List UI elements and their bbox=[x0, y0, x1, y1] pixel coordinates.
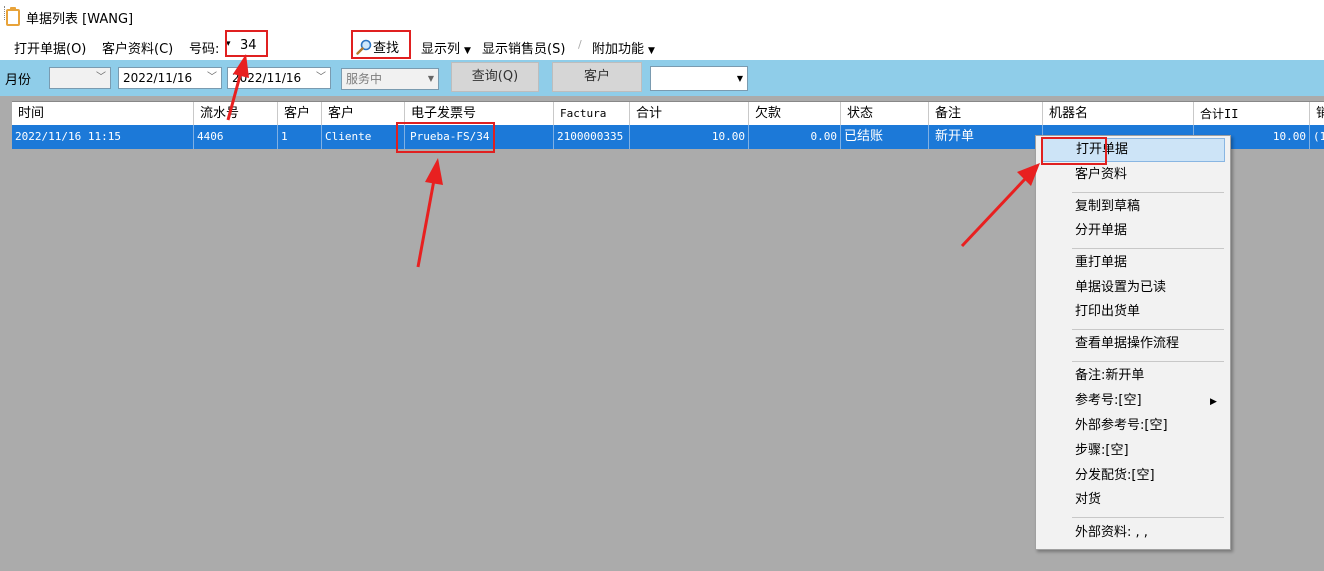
column-header-customer-no[interactable]: 客户 bbox=[278, 102, 322, 126]
menu-item-view-flow[interactable]: 查看单据操作流程 bbox=[1041, 332, 1225, 356]
chevron-down-icon: ▼ bbox=[464, 46, 471, 56]
extra-functions-label: 附加功能 bbox=[592, 42, 645, 57]
date-to-picker[interactable]: 2022/11/16 ﹀ bbox=[227, 67, 331, 89]
menu-item-reference[interactable]: 参考号:[空] bbox=[1041, 389, 1225, 413]
show-columns-menu[interactable]: 显示列 ▼ bbox=[421, 38, 471, 57]
column-header-machine[interactable]: 机器名 bbox=[1043, 102, 1194, 126]
cell-factura: 2100000335 bbox=[554, 125, 630, 149]
column-header-time[interactable]: 时间 bbox=[12, 102, 194, 126]
chevron-down-icon: ▼ bbox=[736, 74, 743, 83]
menu-item-note[interactable]: 备注:新开单 bbox=[1041, 364, 1225, 388]
menu-separator bbox=[1072, 517, 1224, 518]
menu-item-mark-read[interactable]: 单据设置为已读 bbox=[1041, 276, 1225, 300]
month-select[interactable]: ﹀ bbox=[49, 67, 111, 89]
month-label: 月份 bbox=[5, 73, 32, 88]
annotation-box-search bbox=[351, 30, 411, 59]
menu-item-external-info[interactable]: 外部资料: , , bbox=[1041, 521, 1225, 545]
column-header-total2[interactable]: 合计II bbox=[1194, 102, 1310, 126]
menu-separator bbox=[1072, 192, 1224, 193]
column-header-extra[interactable]: 销 bbox=[1310, 102, 1324, 126]
annotation-box-number bbox=[225, 30, 268, 57]
column-header-status[interactable]: 状态 bbox=[841, 102, 929, 126]
date-from-value: 2022/11/16 bbox=[123, 71, 193, 85]
toolbar-grip[interactable] bbox=[4, 6, 7, 20]
menu-separator bbox=[1072, 361, 1224, 362]
customer-button[interactable]: 客户 bbox=[552, 62, 642, 92]
number-label: 号码: bbox=[189, 42, 220, 57]
cell-customer-no: 1 bbox=[278, 125, 322, 149]
cell-note: 新开单 bbox=[929, 125, 1043, 149]
column-header-customer[interactable]: 客户 bbox=[322, 102, 405, 126]
chevron-down-icon: ﹀ bbox=[207, 72, 217, 83]
menu-item-external-reference[interactable]: 外部参考号:[空] bbox=[1041, 414, 1225, 438]
menu-item-customer-info[interactable]: 客户资料 bbox=[1041, 163, 1225, 187]
clipboard-icon bbox=[6, 7, 20, 26]
chevron-down-icon: ▼ bbox=[427, 74, 434, 83]
status-value: 服务中 bbox=[346, 72, 383, 86]
menu-item-reprint-doc[interactable]: 重打单据 bbox=[1041, 251, 1225, 275]
column-header-serial[interactable]: 流水号 bbox=[194, 102, 278, 126]
cell-status: 已结账 bbox=[841, 125, 929, 149]
column-header-note[interactable]: 备注 bbox=[929, 102, 1043, 126]
date-from-picker[interactable]: 2022/11/16 ﹀ bbox=[118, 67, 222, 89]
open-doc-button[interactable]: 打开单据(O) bbox=[14, 38, 86, 57]
submenu-arrow-icon: ▶ bbox=[1210, 397, 1217, 407]
grid-header: 时间 流水号 客户 客户 电子发票号 Factura 合计 欠款 状态 备注 机… bbox=[12, 101, 1324, 127]
extra-functions-menu[interactable]: 附加功能 ▼ bbox=[592, 38, 655, 57]
cell-total: 10.00 bbox=[630, 125, 749, 149]
show-salesperson-button[interactable]: 显示销售员(S) bbox=[482, 38, 565, 57]
menu-item-check-goods[interactable]: 对货 bbox=[1041, 488, 1225, 512]
cell-debt: 0.00 bbox=[749, 125, 841, 149]
menu-item-split-doc[interactable]: 分开单据 bbox=[1041, 219, 1225, 243]
annotation-box-einvoice bbox=[396, 122, 495, 153]
cell-extra: (1 bbox=[1310, 125, 1324, 149]
cell-serial: 4406 bbox=[194, 125, 278, 149]
query-button[interactable]: 查询(Q) bbox=[451, 62, 539, 92]
menu-item-print-delivery[interactable]: 打印出货单 bbox=[1041, 300, 1225, 324]
menu-item-distribution[interactable]: 分发配货:[空] bbox=[1041, 464, 1225, 488]
cell-customer: Cliente bbox=[322, 125, 405, 149]
menu-separator bbox=[1072, 329, 1224, 330]
customer-info-button[interactable]: 客户资料(C) bbox=[102, 38, 173, 57]
extra-filter-select[interactable]: ▼ bbox=[650, 66, 748, 91]
menu-separator bbox=[1072, 248, 1224, 249]
column-header-total[interactable]: 合计 bbox=[630, 102, 749, 126]
cell-time: 2022/11/16 11:15 bbox=[12, 125, 194, 149]
menu-item-copy-to-draft[interactable]: 复制到草稿 bbox=[1041, 195, 1225, 219]
status-select[interactable]: 服务中 ▼ bbox=[341, 68, 439, 90]
menu-item-step[interactable]: 步骤:[空] bbox=[1041, 439, 1225, 463]
annotation-box-open-doc bbox=[1041, 137, 1107, 165]
date-to-value: 2022/11/16 bbox=[232, 71, 302, 85]
toolbar-separator-icon: / bbox=[578, 38, 582, 51]
title-bar bbox=[0, 0, 1324, 33]
show-columns-label: 显示列 bbox=[421, 42, 461, 57]
window-title: 单据列表 [WANG] bbox=[26, 12, 134, 27]
chevron-down-icon: ﹀ bbox=[96, 72, 106, 83]
column-header-debt[interactable]: 欠款 bbox=[749, 102, 841, 126]
chevron-down-icon: ﹀ bbox=[316, 72, 326, 83]
chevron-down-icon: ▼ bbox=[648, 46, 655, 56]
column-header-factura[interactable]: Factura bbox=[554, 102, 630, 126]
